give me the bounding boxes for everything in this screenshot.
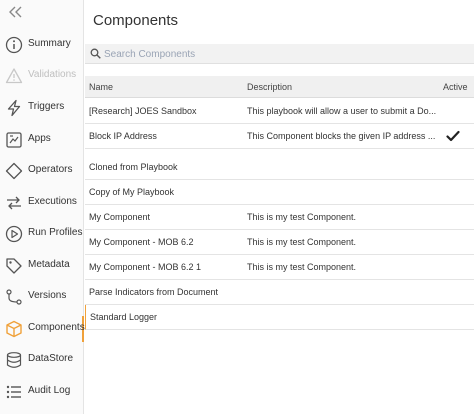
table-row[interactable]: My Component This is my test Component. <box>85 205 474 230</box>
column-header-name[interactable]: Name <box>89 82 113 92</box>
sidebar-item-label: DataStore <box>28 353 74 364</box>
column-header-description[interactable]: Description <box>247 82 292 92</box>
sidebar-item-label: Components <box>28 322 85 333</box>
sidebar-item-audit-log[interactable]: Audit Log <box>0 379 84 405</box>
row-description: This is my test Component. <box>247 212 357 222</box>
table-row[interactable]: Cloned from Playbook <box>85 155 474 180</box>
sidebar-item-label: Triggers <box>28 101 65 112</box>
table-row[interactable]: Standard Logger <box>85 305 474 330</box>
sidebar-item-label: Audit Log <box>28 385 71 396</box>
database-icon <box>6 352 22 368</box>
search-input[interactable] <box>104 46 464 62</box>
table-row[interactable]: Block IP Address This Component blocks t… <box>85 124 474 149</box>
table-row[interactable]: My Component - MOB 6.2 This is my test C… <box>85 230 474 255</box>
sidebar-item-metadata[interactable]: Metadata <box>0 253 84 279</box>
row-name: My Component - MOB 6.2 1 <box>89 262 202 272</box>
sidebar-item-apps[interactable]: Apps <box>0 127 84 153</box>
row-name: Parse Indicators from Document <box>89 287 219 297</box>
table-row[interactable]: [Research] JOES Sandbox This playbook wi… <box>85 99 474 124</box>
table-row[interactable]: My Component - MOB 6.2 1 This is my test… <box>85 255 474 280</box>
apps-icon <box>6 132 22 148</box>
sidebar-item-label: Executions <box>28 196 77 207</box>
row-description: This Component blocks the given IP addre… <box>247 131 436 141</box>
row-name: My Component - MOB 6.2 <box>89 237 194 247</box>
cube-icon <box>6 320 22 338</box>
sidebar-item-label: Summary <box>28 38 71 49</box>
sidebar-item-summary[interactable]: Summary <box>0 32 84 58</box>
sidebar-item-label: Validations <box>28 69 77 80</box>
sidebar-item-versions[interactable]: Versions <box>0 284 84 310</box>
sidebar-item-executions[interactable]: Executions <box>0 190 84 216</box>
row-name: Cloned from Playbook <box>89 162 178 172</box>
play-circle-icon <box>5 225 23 243</box>
column-header-active[interactable]: Active <box>443 82 468 92</box>
info-icon <box>5 36 23 54</box>
sidebar-item-datastore[interactable]: DataStore <box>0 347 84 373</box>
warning-icon <box>5 68 23 84</box>
table-row[interactable]: Parse Indicators from Document <box>85 280 474 305</box>
sidebar-item-label: Versions <box>28 290 67 301</box>
page-title: Components <box>93 12 179 29</box>
list-icon <box>6 385 21 399</box>
row-name: My Component <box>89 212 151 222</box>
collapse-chevrons-icon[interactable] <box>8 5 24 19</box>
table-row[interactable]: Copy of My Playbook <box>85 180 474 205</box>
search-icon <box>90 48 101 59</box>
sidebar-item-label: Operators <box>28 164 73 175</box>
branch-icon <box>6 289 22 305</box>
row-description: This playbook will allow a user to submi… <box>247 106 437 116</box>
row-description: This is my test Component. <box>247 237 357 247</box>
row-name: Copy of My Playbook <box>89 187 175 197</box>
sidebar-item-components[interactable]: Components <box>0 316 85 342</box>
row-name: [Research] JOES Sandbox <box>89 106 197 116</box>
diamond-icon <box>5 162 23 180</box>
search-bar <box>85 44 474 64</box>
sidebar-item-label: Metadata <box>28 259 70 270</box>
sidebar-item-label: Run Profiles <box>28 227 83 238</box>
sidebar-item-triggers[interactable]: Triggers <box>0 95 84 121</box>
row-name: Block IP Address <box>89 131 157 141</box>
row-name: Standard Logger <box>90 312 158 322</box>
row-description: This is my test Component. <box>247 262 357 272</box>
sidebar-item-validations[interactable]: Validations <box>0 63 84 89</box>
lightning-icon <box>7 99 21 117</box>
sidebar: Summary Validations Triggers Apps Operat… <box>0 0 85 414</box>
table-header: Name Description Active <box>85 76 474 98</box>
sidebar-item-label: Apps <box>28 133 51 144</box>
tag-icon <box>6 258 22 274</box>
sidebar-item-run-profiles[interactable]: Run Profiles <box>0 221 84 247</box>
sidebar-item-operators[interactable]: Operators <box>0 158 84 184</box>
swap-arrows-icon <box>7 196 21 210</box>
checkmark-icon <box>446 130 460 142</box>
